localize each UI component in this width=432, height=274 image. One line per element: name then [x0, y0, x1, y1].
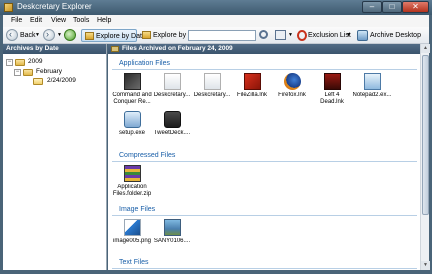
group-title-application-files[interactable]: Application Files — [119, 60, 170, 67]
group-title-image-files[interactable]: Image Files — [119, 206, 155, 213]
title-bar: Deskcretary Explorer – □ ✕ — [0, 0, 432, 15]
deskcretary-icon — [204, 73, 221, 90]
menu-file[interactable]: File — [11, 17, 22, 24]
view-dropdown-icon[interactable]: ▼ — [288, 29, 293, 42]
tree-node-february[interactable]: February — [36, 68, 62, 75]
game-shortcut-icon — [124, 73, 141, 90]
maximize-button[interactable]: □ — [382, 1, 402, 13]
archive-desktop-button[interactable]: Archive Desktop — [355, 29, 427, 42]
close-button[interactable]: ✕ — [402, 1, 429, 13]
file-label: Deskcretary... — [153, 92, 191, 98]
group-title-text-files[interactable]: Text Files — [119, 259, 149, 266]
scroll-up-icon[interactable]: ▲ — [421, 44, 430, 53]
file-label: FileZilla.lnk — [236, 92, 267, 98]
png-image-icon — [124, 219, 141, 236]
back-button[interactable]: Back — [20, 29, 36, 42]
back-arrow-icon[interactable]: ‹ — [6, 29, 18, 41]
tree-node-2009[interactable]: 2009 — [28, 58, 42, 65]
archives-by-date-pane: Archives by Date − 2009 − February 2/24/… — [3, 44, 107, 270]
search-icon[interactable] — [259, 30, 268, 39]
folder-open-icon — [33, 78, 43, 85]
left4dead-icon — [324, 73, 341, 90]
archives-pane-header: Archives by Date — [3, 44, 106, 54]
files-pane-header: Files Archived on February 24, 2009 — [108, 44, 420, 54]
folder-icon — [15, 59, 25, 66]
menu-edit[interactable]: Edit — [30, 17, 42, 24]
archive-header-icon — [111, 46, 119, 52]
file-label: Notepad2.ex... — [352, 92, 392, 98]
filezilla-icon — [244, 73, 261, 90]
tree-expander-february[interactable]: − — [14, 69, 21, 76]
notepad-icon — [364, 73, 381, 90]
folder-icon — [142, 31, 151, 39]
menu-tools[interactable]: Tools — [73, 17, 89, 24]
explore-by-date-button[interactable]: Explore by Date — [81, 29, 146, 42]
app-window: Deskcretary Explorer – □ ✕ File Edit Vie… — [0, 0, 432, 274]
up-arrow-icon[interactable] — [64, 29, 76, 41]
file-label: Firefox.lnk — [278, 92, 306, 98]
exclusion-icon — [297, 30, 307, 41]
group-title-compressed-files[interactable]: Compressed Files — [119, 152, 175, 159]
group-divider — [112, 69, 417, 70]
deskcretary-icon — [164, 73, 181, 90]
file-label: image005.png — [112, 238, 152, 244]
file-label: SANY0106.... — [153, 238, 191, 244]
exclusion-list-button[interactable]: Exclusion List — [295, 29, 353, 42]
vertical-scrollbar[interactable]: ▲ ▼ — [420, 44, 430, 270]
file-label: setup.exe — [118, 130, 146, 136]
menu-view[interactable]: View — [51, 17, 66, 24]
menu-bar: File Edit View Tools Help — [3, 15, 429, 27]
app-icon — [4, 3, 13, 12]
file-label: Application Files.folder.zip — [112, 184, 152, 197]
scroll-thumb[interactable] — [422, 55, 429, 215]
minimize-button[interactable]: – — [362, 1, 382, 13]
photo-icon — [164, 219, 181, 236]
file-label: Deskcretary... — [193, 92, 231, 98]
view-mode-icon[interactable] — [275, 30, 286, 40]
search-input[interactable] — [188, 30, 256, 41]
explore-by-type-button[interactable]: Explore by Type — [139, 29, 203, 42]
toolbar: ‹ Back ▼ › ▼ Explore by Date Explore by … — [3, 27, 429, 44]
tweetdeck-icon — [164, 111, 181, 128]
tree-expander-2009[interactable]: − — [6, 59, 13, 66]
group-divider — [112, 215, 417, 216]
file-label: Command and Conquer Re... — [112, 92, 152, 105]
file-label: TweetDeck.... — [153, 130, 191, 136]
forward-dropdown-icon[interactable]: ▼ — [57, 29, 62, 42]
group-divider — [112, 268, 417, 269]
firefox-icon — [284, 73, 301, 90]
archived-files-pane: Files Archived on February 24, 2009 ▲ ▼ … — [108, 44, 430, 270]
scroll-down-icon[interactable]: ▼ — [421, 261, 430, 270]
menu-help[interactable]: Help — [97, 17, 111, 24]
archive-icon — [357, 30, 368, 41]
forward-arrow-icon[interactable]: › — [43, 29, 55, 41]
folder-icon — [23, 69, 33, 76]
folder-icon — [85, 32, 94, 40]
window-title: Deskcretary Explorer — [17, 2, 92, 11]
tree-node-2-24-2009[interactable]: 2/24/2009 — [47, 77, 76, 84]
setup-icon — [124, 111, 141, 128]
back-dropdown-icon[interactable]: ▼ — [35, 29, 40, 42]
zip-archive-icon — [124, 165, 141, 182]
exclusion-dropdown-icon[interactable]: ▼ — [346, 29, 351, 42]
file-label: Left 4 Dead.lnk — [320, 92, 344, 105]
group-divider — [112, 161, 417, 162]
